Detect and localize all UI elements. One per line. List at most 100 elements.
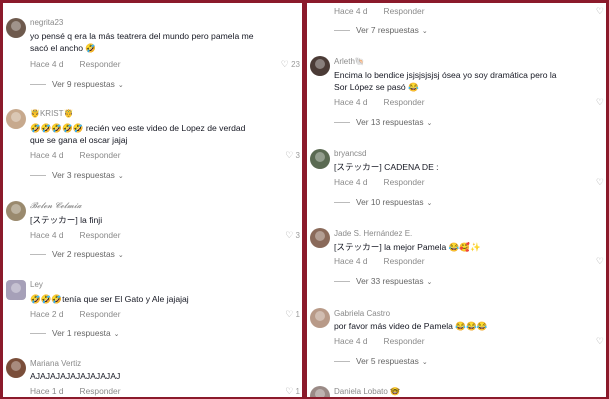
like-button[interactable]: ♡ <box>596 97 604 108</box>
avatar[interactable] <box>6 201 26 221</box>
avatar[interactable] <box>6 358 26 378</box>
comment-time: Hace 2 d <box>30 309 64 319</box>
chevron-down-icon: ⌄ <box>426 200 433 207</box>
comment-meta: Hace 4 d Responder <box>334 177 425 187</box>
reply-button[interactable]: Responder <box>80 386 121 396</box>
reply-button[interactable]: Responder <box>384 256 425 266</box>
heart-outline-icon: ♡ <box>595 6 604 16</box>
like-count: 23 <box>291 60 300 69</box>
comment-username[interactable]: Ley <box>30 280 43 289</box>
avatar[interactable] <box>6 109 26 129</box>
comment-username[interactable]: Gabriela Castro <box>334 309 390 318</box>
reply-button[interactable]: Responder <box>384 97 425 107</box>
view-replies-label: Ver 2 respuestas <box>52 249 115 259</box>
comment-text-line: [ステッカー] la finji <box>30 215 103 225</box>
view-replies-label: Ver 33 respuestas <box>356 276 424 286</box>
view-replies-label: Ver 5 respuestas <box>356 356 419 366</box>
divider <box>334 361 350 363</box>
left-comments-panel: negrita23 yo pensé q era la más teatrera… <box>3 3 302 397</box>
divider <box>30 254 46 256</box>
view-replies-button[interactable]: Ver 7 respuestas ⌄ <box>334 25 428 35</box>
comment-username[interactable]: Jade S. Hernández E. <box>334 229 412 238</box>
chevron-down-icon: ⌄ <box>117 252 124 259</box>
chevron-down-icon: ⌄ <box>117 82 124 89</box>
reply-button[interactable]: Responder <box>384 177 425 187</box>
like-button[interactable]: ♡ 23 <box>281 59 300 70</box>
comment-username[interactable]: Mariana Vertiz <box>30 359 81 368</box>
comment-meta: Hace 4 d Responder <box>30 150 121 160</box>
heart-outline-icon: ♡ <box>285 230 294 240</box>
avatar[interactable] <box>310 56 330 76</box>
comment-text-line: que se gana el oscar jajaj <box>30 135 128 145</box>
avatar[interactable] <box>310 386 330 397</box>
like-button[interactable]: ♡ 3 <box>285 230 300 241</box>
divider <box>30 175 46 177</box>
comment-time: Hace 4 d <box>334 256 368 266</box>
comment-meta: Hace 4 d Responder <box>334 256 425 266</box>
comment-time: Hace 4 d <box>30 230 64 240</box>
comment-time: Hace 4 d <box>30 59 64 69</box>
heart-outline-icon: ♡ <box>285 150 294 160</box>
divider <box>334 122 350 124</box>
like-count: 1 <box>295 387 300 396</box>
reply-button[interactable]: Responder <box>80 59 121 69</box>
view-replies-button[interactable]: Ver 5 respuestas ⌄ <box>334 356 428 366</box>
comment-time: Hace 1 d <box>30 386 64 396</box>
view-replies-button[interactable]: Ver 13 respuestas ⌄ <box>334 117 432 127</box>
like-button[interactable]: ♡ 1 <box>285 386 300 397</box>
comment-text-line: por favor más video de Pamela 😂😂😂 <box>334 321 488 331</box>
like-button[interactable]: ♡ <box>596 256 604 267</box>
divider <box>334 281 350 283</box>
reply-button[interactable]: Responder <box>80 150 121 160</box>
like-button[interactable]: ♡ 3 <box>285 150 300 161</box>
comment-username[interactable]: Daniela Lobato 🤓 <box>334 387 400 396</box>
like-button[interactable]: ♡ <box>596 6 604 17</box>
like-button[interactable]: ♡ <box>596 177 604 188</box>
avatar[interactable] <box>6 280 26 300</box>
like-button[interactable]: ♡ <box>596 336 604 347</box>
view-replies-button[interactable]: Ver 1 respuesta ⌄ <box>30 328 120 338</box>
divider <box>30 333 46 335</box>
comment-text-line: Encima lo bendice jsjsjsjsjsj ósea yo so… <box>334 70 557 80</box>
comment-time: Hace 4 d <box>334 6 368 16</box>
right-comments-panel: Hace 4 d Responder ♡ Ver 7 respuestas ⌄ Ar… <box>307 3 606 397</box>
comment-meta: Hace 4 d Responder <box>334 97 425 107</box>
view-replies-label: Ver 9 respuestas <box>52 79 115 89</box>
comment-username[interactable]: Arleth🐚 <box>334 57 365 66</box>
heart-outline-icon: ♡ <box>595 97 604 107</box>
heart-outline-icon: ♡ <box>280 59 289 69</box>
reply-button[interactable]: Responder <box>80 230 121 240</box>
view-replies-label: Ver 10 respuestas <box>356 197 424 207</box>
heart-outline-icon: ♡ <box>595 177 604 187</box>
comment-username[interactable]: negrita23 <box>30 18 63 27</box>
comment-time: Hace 4 d <box>30 150 64 160</box>
view-replies-button[interactable]: Ver 10 respuestas ⌄ <box>334 197 432 207</box>
view-replies-button[interactable]: Ver 2 respuestas ⌄ <box>30 249 124 259</box>
avatar[interactable] <box>310 308 330 328</box>
avatar[interactable] <box>6 18 26 38</box>
chevron-down-icon: ⌄ <box>113 331 120 338</box>
view-replies-button[interactable]: Ver 3 respuestas ⌄ <box>30 170 124 180</box>
reply-button[interactable]: Responder <box>80 309 121 319</box>
comment-time: Hace 4 d <box>334 177 368 187</box>
like-count: 3 <box>295 231 300 240</box>
view-replies-button[interactable]: Ver 9 respuestas ⌄ <box>30 79 124 89</box>
view-replies-label: Ver 3 respuestas <box>52 170 115 180</box>
comment-username[interactable]: 🤴KRIST🤴 <box>30 109 73 118</box>
reply-button[interactable]: Responder <box>384 6 425 16</box>
avatar[interactable] <box>310 149 330 169</box>
comment-username[interactable]: bryancsd <box>334 149 366 158</box>
heart-outline-icon: ♡ <box>285 309 294 319</box>
avatar[interactable] <box>310 228 330 248</box>
view-replies-button[interactable]: Ver 33 respuestas ⌄ <box>334 276 432 286</box>
comment-username[interactable]: 𝓑𝓮𝓵𝓮𝓷 𝓒𝓮𝓵𝓶𝓲𝓪 <box>30 201 82 211</box>
comment-text-line: Sor López se pasó 😂 <box>334 82 419 92</box>
chevron-down-icon: ⌄ <box>421 359 428 366</box>
like-button[interactable]: ♡ 1 <box>285 309 300 320</box>
reply-button[interactable]: Responder <box>384 336 425 346</box>
chevron-down-icon: ⌄ <box>426 279 433 286</box>
comment-time: Hace 4 d <box>334 97 368 107</box>
like-count: 1 <box>295 310 300 319</box>
comment-text-line: AJAJAJAJAJAJAJAJAJ <box>30 371 121 381</box>
comment-meta: Hace 4 d Responder <box>30 230 121 240</box>
